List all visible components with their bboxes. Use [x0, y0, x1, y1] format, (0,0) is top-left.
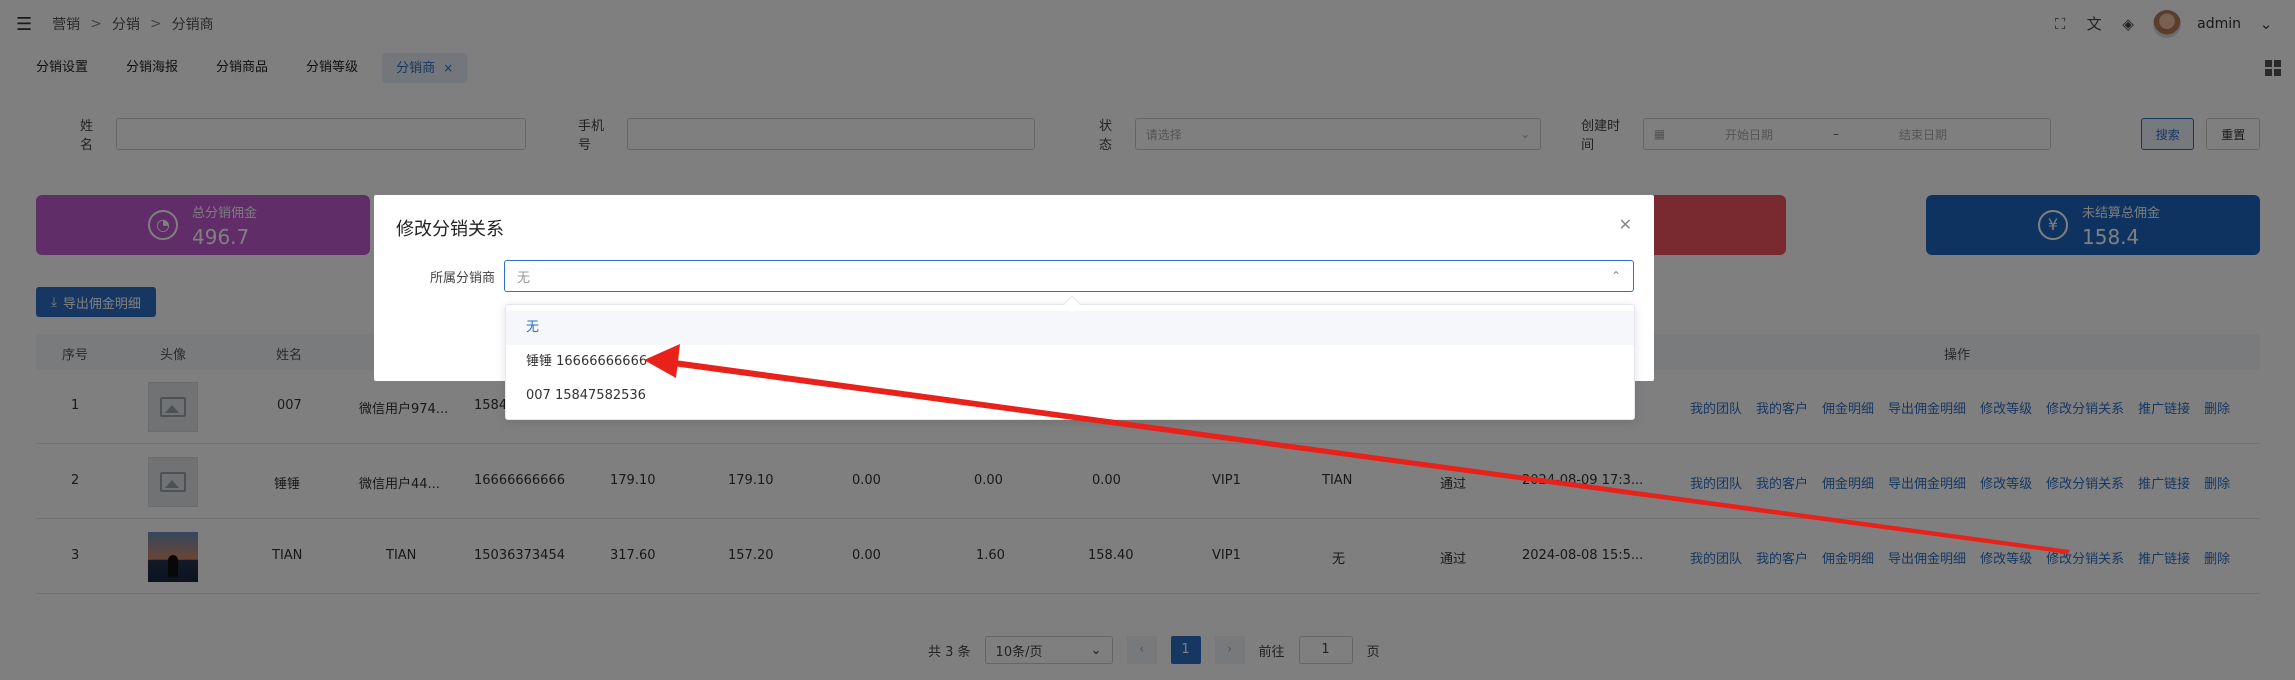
distributor-dropdown: 无 锤锤 16666666666 007 15847582536 — [505, 295, 1635, 420]
select-value: 无 — [517, 270, 531, 286]
close-icon[interactable]: ✕ — [1619, 215, 1632, 234]
option-none[interactable]: 无 — [506, 311, 1634, 345]
parent-distributor-select[interactable]: 无 ⌃ — [504, 260, 1634, 292]
parent-distributor-label: 所属分销商 — [430, 271, 496, 286]
chevron-up-icon: ⌃ — [1610, 269, 1621, 283]
dialog-title: 修改分销关系 — [396, 219, 504, 240]
option-distributor[interactable]: 007 15847582536 — [506, 379, 1634, 413]
option-distributor[interactable]: 锤锤 16666666666 — [506, 345, 1634, 379]
